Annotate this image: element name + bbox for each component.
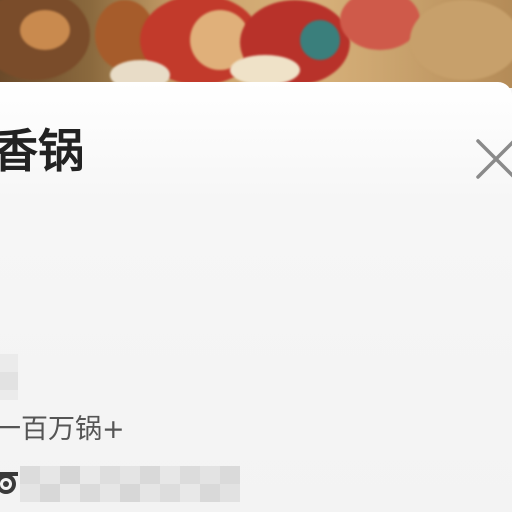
banner-illustration <box>0 0 512 88</box>
sheet-tagline: 一百万锅+ <box>0 414 125 445</box>
screen: 香锅 一百万锅+ <box>0 0 512 512</box>
close-icon <box>476 139 512 179</box>
close-button[interactable] <box>474 137 512 181</box>
headset-icon <box>0 472 18 494</box>
redacted-block-edge <box>0 372 18 390</box>
sheet-title: 香锅 <box>0 124 84 178</box>
redacted-owner-name <box>20 466 240 502</box>
